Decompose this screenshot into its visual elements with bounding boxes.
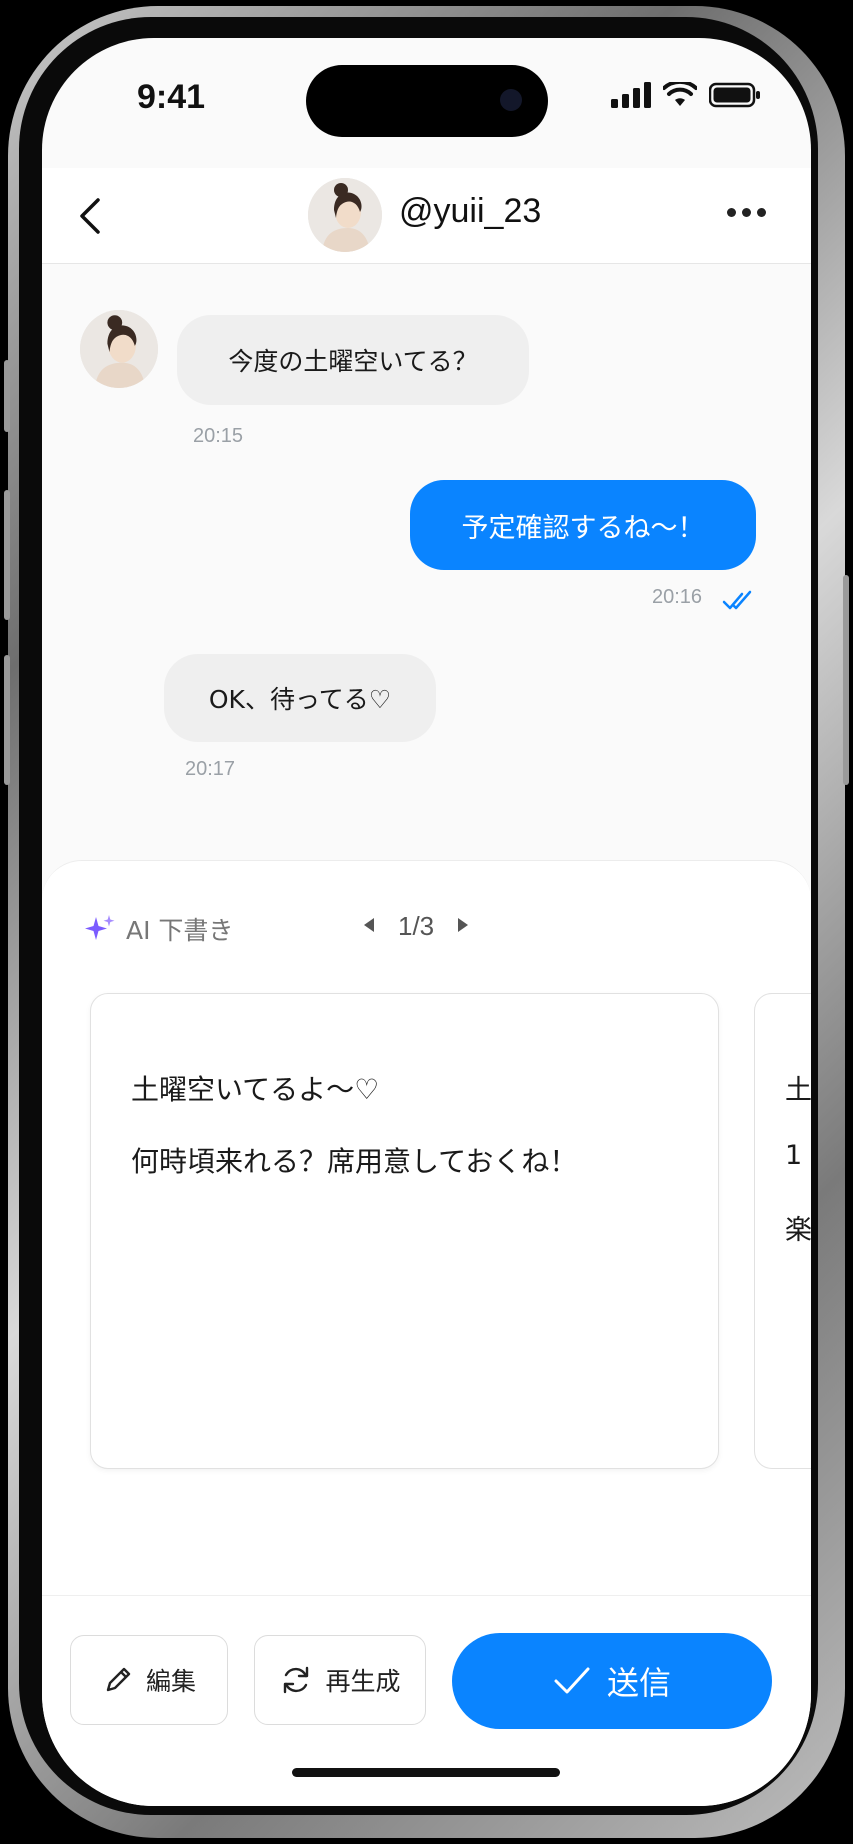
message-bubble-outgoing[interactable]: 予定確認するね〜！	[410, 480, 756, 570]
more-dot-icon	[727, 207, 736, 217]
action-divider	[42, 1595, 811, 1596]
chat-header: @yuii_23	[42, 168, 811, 264]
regenerate-button[interactable]: 再生成	[254, 1635, 426, 1725]
more-dot-icon	[742, 207, 751, 217]
battery-icon	[709, 82, 760, 108]
ai-draft-label: AI 下書き	[126, 916, 234, 945]
chevron-left-icon	[80, 198, 100, 234]
side-button-volume-up	[4, 490, 10, 620]
regenerate-button-label: 再生成	[325, 1667, 401, 1696]
draft-page-indicator: 1/3	[398, 911, 435, 941]
peek-text-line: 1	[785, 1140, 803, 1171]
draft-text-line: 何時頃来れる？席用意しておくね！	[131, 1145, 578, 1178]
read-receipt-icon	[722, 590, 752, 610]
contact-username[interactable]: @yuii_23	[399, 192, 541, 231]
avatar-portrait-icon	[308, 178, 382, 252]
wifi-icon	[663, 82, 697, 106]
camera-icon	[500, 89, 522, 111]
next-draft-button[interactable]	[456, 917, 470, 937]
message-bubble-incoming[interactable]: 今度の土曜空いてる？	[177, 315, 529, 405]
triangle-left-icon	[364, 917, 374, 932]
triangle-right-icon	[458, 917, 469, 932]
message-timestamp: 20:15	[193, 425, 244, 447]
draft-card[interactable]: 土曜空いてるよ〜♡ 何時頃来れる？席用意しておくね！	[90, 993, 719, 1469]
edit-button[interactable]: 編集	[70, 1635, 228, 1725]
ai-draft-panel: AI 下書き 1/3 土曜空いてるよ〜♡ 何時頃来れる？席用意しておくね！ 土 …	[42, 860, 811, 1806]
status-time: 9:41	[137, 78, 206, 116]
back-button[interactable]	[70, 188, 114, 244]
send-button[interactable]: 送信	[452, 1633, 772, 1729]
contact-avatar[interactable]	[308, 178, 382, 252]
peek-text-line: 楽	[785, 1215, 811, 1246]
side-button-power	[843, 575, 849, 785]
home-indicator[interactable]	[292, 1768, 560, 1777]
sparkle-icon	[85, 915, 115, 940]
more-dot-icon	[757, 207, 766, 217]
next-draft-card-peek[interactable]: 土 1 楽	[754, 993, 811, 1469]
dynamic-island	[306, 65, 548, 137]
more-options-button[interactable]	[727, 202, 771, 222]
checkmark-icon	[554, 1667, 590, 1694]
avatar-portrait-icon	[80, 310, 158, 388]
refresh-icon	[284, 1666, 309, 1694]
status-icons	[611, 82, 761, 108]
send-button-label: 送信	[606, 1664, 671, 1702]
side-button-silent	[4, 360, 10, 432]
pencil-icon	[106, 1667, 131, 1692]
ai-draft-header: AI 下書き	[84, 911, 233, 947]
message-avatar[interactable]	[80, 310, 158, 388]
side-button-volume-down	[4, 655, 10, 785]
peek-text-line: 土	[785, 1075, 811, 1106]
edit-button-label: 編集	[145, 1667, 196, 1696]
draft-pager: 1/3	[362, 911, 470, 942]
message-timestamp: 20:16	[652, 586, 703, 608]
screen: 9:41 @yuii_23 今度の土曜空いてる？ 20:15 予定確認するね〜！…	[42, 38, 811, 1806]
message-bubble-incoming[interactable]: OK、待ってる♡	[164, 654, 436, 742]
cellular-signal-icon	[611, 82, 651, 108]
draft-text-line: 土曜空いてるよ〜♡	[131, 1073, 380, 1106]
message-timestamp: 20:17	[185, 758, 236, 780]
previous-draft-button[interactable]	[362, 917, 376, 937]
